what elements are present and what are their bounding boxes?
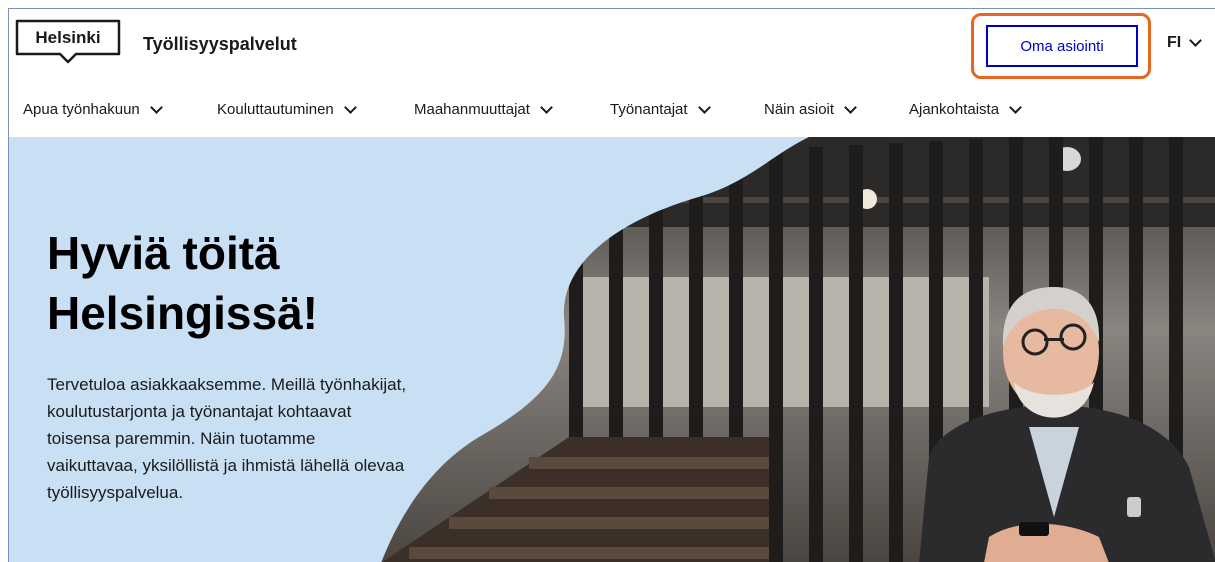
helsinki-logo[interactable]: Helsinki <box>14 18 122 66</box>
nav-item-label: Kouluttautuminen <box>217 101 334 118</box>
hero-title: Hyviä töitä Helsingissä! <box>47 223 447 343</box>
hero-description: Tervetuloa asiakkaaksemme. Meillä työnha… <box>47 375 407 502</box>
nav-item-tyonantajat[interactable]: Työnantajat <box>610 100 711 118</box>
nav-item-maahanmuuttajat[interactable]: Maahanmuuttajat <box>414 100 553 118</box>
nav-item-apua-tyonhakuun[interactable]: Apua työnhakuun <box>23 100 163 118</box>
oma-asiointi-button[interactable]: Oma asiointi <box>986 25 1138 67</box>
chevron-down-icon <box>697 100 711 114</box>
chevron-down-icon <box>540 100 553 114</box>
nav-item-label: Työnantajat <box>610 101 688 118</box>
chevron-down-icon <box>844 100 857 114</box>
nav-item-label: Maahanmuuttajat <box>414 101 530 118</box>
chevron-down-icon <box>149 100 163 114</box>
chevron-down-icon <box>343 100 357 114</box>
service-name[interactable]: Työllisyyspalvelut <box>143 34 297 55</box>
nav-item-ajankohtaista[interactable]: Ajankohtaista <box>909 100 1022 118</box>
chevron-down-icon <box>1189 34 1203 47</box>
chevron-down-icon <box>1009 100 1022 114</box>
nav-item-label: Näin asioit <box>764 101 835 118</box>
language-label: FI <box>1167 34 1182 51</box>
nav-item-nain-asioit[interactable]: Näin asioit <box>764 100 857 118</box>
hero-title-line: Hyviä töitä <box>47 227 280 279</box>
language-selector[interactable]: FI <box>1167 34 1203 52</box>
logo-text: Helsinki <box>35 28 100 47</box>
hero-title-line: Helsingissä! <box>47 287 318 339</box>
main-navigation: Apua työnhakuun Kouluttautuminen Maahanm… <box>9 85 1215 137</box>
site-header: Helsinki Työllisyyspalvelut Oma asiointi… <box>9 9 1215 85</box>
nav-item-kouluttautuminen[interactable]: Kouluttautuminen <box>217 100 357 118</box>
nav-item-label: Apua työnhakuun <box>23 101 140 118</box>
browser-viewport: Helsinki Työllisyyspalvelut Oma asiointi… <box>8 8 1215 562</box>
hero-section: Hyviä töitä Helsingissä! Tervetuloa asia… <box>9 137 1215 562</box>
nav-item-label: Ajankohtaista <box>909 101 1000 118</box>
